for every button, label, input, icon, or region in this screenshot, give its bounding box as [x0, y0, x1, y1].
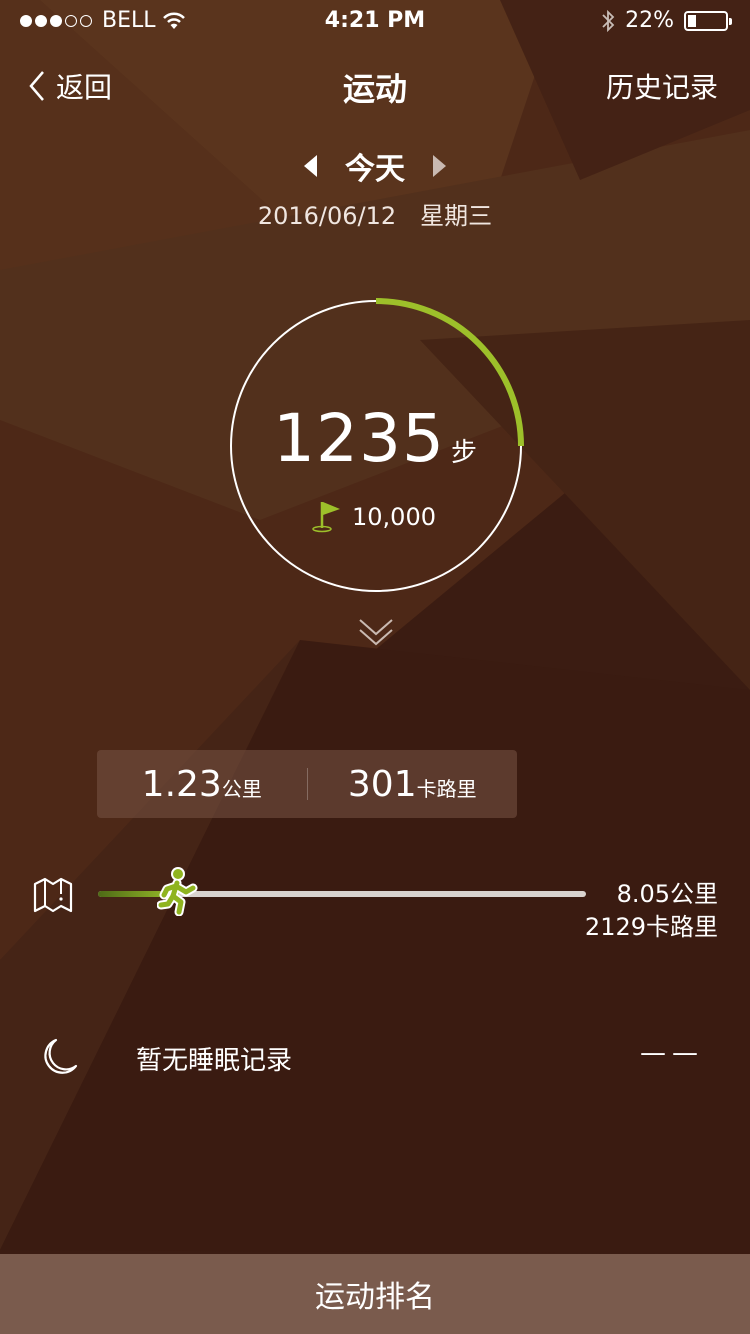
nav-bar: 返回 运动 历史记录 [0, 56, 750, 112]
route-total: 8.05公里 2129卡路里 [585, 878, 718, 944]
step-unit: 步 [450, 438, 477, 468]
battery-level [688, 14, 696, 27]
sleep-value: —— [640, 1038, 704, 1068]
distance-value: 1.23 [141, 763, 222, 805]
calories-stat: 301卡路里 [308, 764, 518, 805]
moon-icon [44, 1038, 78, 1074]
battery-icon [684, 10, 732, 31]
distance-stat: 1.23公里 [97, 764, 307, 805]
flag-icon [312, 502, 340, 533]
status-bar: BELL 4:21 PM 22% [0, 0, 750, 40]
calories-value: 301 [347, 763, 417, 805]
calories-unit: 卡路里 [416, 776, 477, 801]
history-button[interactable]: 历史记录 [606, 66, 718, 106]
date-value: 2016/06/12 [257, 202, 397, 230]
total-calories: 2129卡路里 [584, 913, 718, 941]
chevron-down-icon[interactable] [358, 616, 394, 648]
map-icon[interactable] [32, 876, 74, 914]
today-summary-card: 1.23公里 301卡路里 [97, 750, 517, 818]
battery-info: 22% [601, 8, 732, 33]
battery-percent: 22% [625, 8, 674, 33]
date-selector: 今天 [0, 144, 750, 188]
day-label: 今天 [345, 152, 405, 187]
total-distance: 8.05公里 [616, 880, 718, 908]
sleep-status: 暂无睡眠记录 [136, 1046, 293, 1076]
step-goal: 10,000 [312, 500, 436, 534]
step-count: 1235 步 [0, 400, 750, 477]
bluetooth-icon [602, 9, 615, 32]
step-count-value: 1235 [273, 400, 445, 477]
date-line: 2016/06/12 星期三 [0, 196, 750, 231]
ranking-label: 运动排名 [315, 1280, 435, 1315]
ranking-button[interactable]: 运动排名 [0, 1254, 750, 1334]
next-day-button[interactable] [433, 155, 446, 177]
weekday: 星期三 [420, 202, 493, 230]
previous-day-button[interactable] [304, 155, 317, 177]
step-goal-value: 10,000 [352, 503, 436, 531]
runner-icon [156, 867, 198, 916]
distance-unit: 公里 [221, 776, 262, 801]
